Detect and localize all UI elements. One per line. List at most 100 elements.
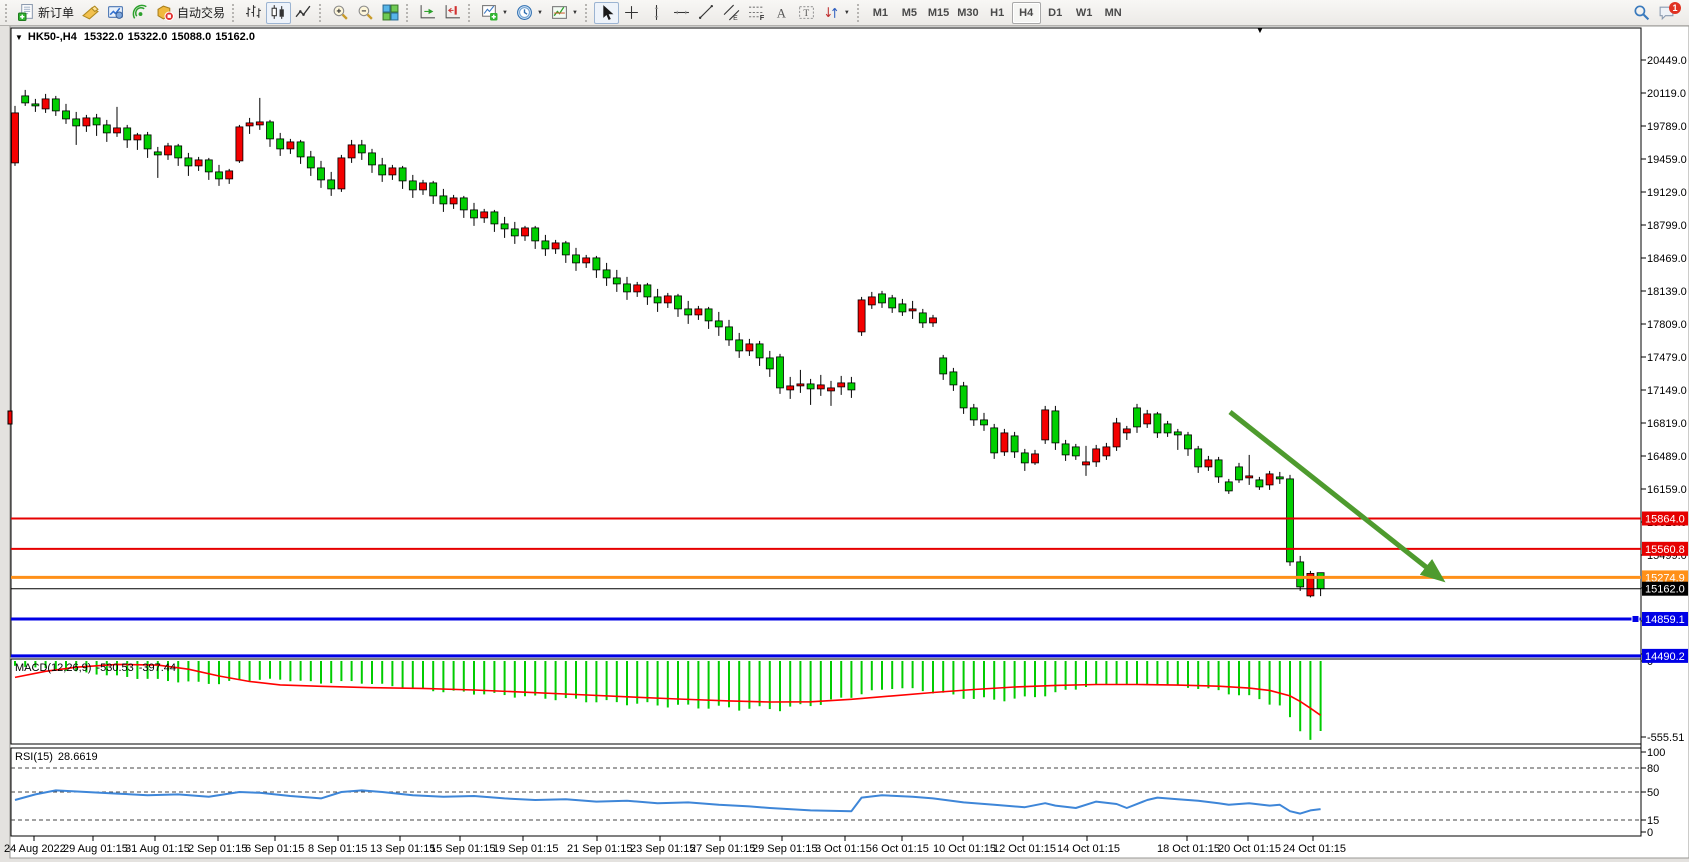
- svg-text:80: 80: [1647, 763, 1659, 775]
- tf-m30[interactable]: M30: [953, 2, 982, 24]
- dropdown-caret-icon[interactable]: ▼: [572, 10, 578, 16]
- zoom-out-icon: [357, 4, 374, 21]
- main-toolbar: 新订单 自动交易 ▼ ▼ ▼ EFAT ▼ M1 M5 M15 M30 H1H4D1 W1 MN 1: [0, 0, 1689, 26]
- trendline-button[interactable]: [694, 2, 719, 24]
- new-order-button[interactable]: 新订单: [14, 2, 78, 24]
- fibonacci-button[interactable]: F: [744, 2, 769, 24]
- chart-title: ▼HK50-,H4 15322.015322.015088.015162.0: [15, 31, 259, 43]
- new-chart-icon: [481, 4, 498, 21]
- svg-text:100: 100: [1647, 747, 1665, 759]
- svg-text:29 Sep 01:15: 29 Sep 01:15: [752, 843, 817, 855]
- partial-candle: [8, 411, 12, 424]
- svg-text:10 Oct 01:15: 10 Oct 01:15: [933, 843, 996, 855]
- svg-text:8 Sep 01:15: 8 Sep 01:15: [308, 843, 367, 855]
- chart-shift-button[interactable]: [440, 2, 465, 24]
- text-button[interactable]: A: [769, 2, 794, 24]
- text-label-icon: T: [798, 4, 815, 21]
- tf-m5[interactable]: M5: [895, 2, 924, 24]
- candle-chart-button[interactable]: [266, 2, 291, 24]
- chart-close-value: 15162.0: [215, 31, 255, 43]
- auto-scroll-icon: [419, 4, 436, 21]
- tf-d1[interactable]: D1: [1041, 2, 1070, 24]
- svg-text:18469.0: 18469.0: [1647, 253, 1687, 265]
- rsi-indicator-label: RSI(15)28.6619: [15, 751, 103, 763]
- notifications-button[interactable]: 1: [1654, 2, 1679, 24]
- macd-name: MACD(12,26,9): [15, 662, 91, 674]
- svg-text:31 Aug 01:15: 31 Aug 01:15: [125, 843, 190, 855]
- svg-text:18 Oct 01:15: 18 Oct 01:15: [1157, 843, 1220, 855]
- svg-text:18799.0: 18799.0: [1647, 220, 1687, 232]
- notification-badge: 1: [1669, 2, 1681, 14]
- svg-text:A: A: [777, 6, 787, 20]
- tf-m15-label: M15: [928, 7, 949, 19]
- hline-button[interactable]: [669, 2, 694, 24]
- svg-text:20449.0: 20449.0: [1647, 55, 1687, 67]
- tf-m1-label: M1: [873, 7, 888, 19]
- svg-text:12 Oct 01:15: 12 Oct 01:15: [993, 843, 1056, 855]
- svg-text:19789.0: 19789.0: [1647, 121, 1687, 133]
- vline-icon: [648, 4, 665, 21]
- text-a-icon: A: [773, 4, 790, 21]
- templates-button[interactable]: ▼: [547, 2, 582, 24]
- svg-text:16489.0: 16489.0: [1647, 451, 1687, 463]
- svg-text:19129.0: 19129.0: [1647, 187, 1687, 199]
- svg-text:16159.0: 16159.0: [1647, 484, 1687, 496]
- metaeditor-icon: [82, 4, 99, 21]
- svg-text:6 Sep 01:15: 6 Sep 01:15: [245, 843, 304, 855]
- tf-h4[interactable]: H4: [1012, 2, 1041, 24]
- toolbar-grip: [406, 4, 413, 22]
- tf-m30-label: M30: [957, 7, 978, 19]
- chart-dropdown-icon[interactable]: ▼: [15, 33, 23, 42]
- periods-button[interactable]: ▼: [512, 2, 547, 24]
- auto-scroll-button[interactable]: [415, 2, 440, 24]
- zoom-in-button[interactable]: [328, 2, 353, 24]
- tf-w1[interactable]: W1: [1070, 2, 1099, 24]
- autotrading-icon: [157, 4, 174, 21]
- toolbar-grip: [319, 4, 326, 22]
- autotrading-button[interactable]: 自动交易: [153, 2, 229, 24]
- line-handle[interactable]: [1632, 615, 1639, 622]
- chart-open-value: 15322.0: [84, 31, 124, 43]
- toolbar-grip: [857, 4, 864, 22]
- new-order-icon: [18, 4, 35, 21]
- market-watch-icon: [107, 4, 124, 21]
- crosshair-icon: [623, 4, 640, 21]
- new-chart-button[interactable]: ▼: [477, 2, 512, 24]
- svg-text:-555.51: -555.51: [1647, 732, 1684, 744]
- metaeditor-button[interactable]: [78, 2, 103, 24]
- tf-h1[interactable]: H1: [983, 2, 1012, 24]
- svg-text:2 Sep 01:15: 2 Sep 01:15: [188, 843, 247, 855]
- line-chart-button[interactable]: [291, 2, 316, 24]
- search-button[interactable]: [1629, 2, 1654, 24]
- svg-text:19459.0: 19459.0: [1647, 154, 1687, 166]
- tf-w1-label: W1: [1076, 7, 1093, 19]
- tf-m15[interactable]: M15: [924, 2, 953, 24]
- market-watch-button[interactable]: [103, 2, 128, 24]
- text-label-button[interactable]: T: [794, 2, 819, 24]
- trendline-icon: [698, 4, 715, 21]
- main-price-pane: [11, 28, 1641, 657]
- svg-text:20 Oct 01:15: 20 Oct 01:15: [1218, 843, 1281, 855]
- tf-m1[interactable]: M1: [866, 2, 895, 24]
- zoom-in-icon: [332, 4, 349, 21]
- tile-windows-button[interactable]: [378, 2, 403, 24]
- crosshair-button[interactable]: [619, 2, 644, 24]
- signals-button[interactable]: [128, 2, 153, 24]
- channel-button[interactable]: E: [719, 2, 744, 24]
- cursor-button[interactable]: [594, 2, 619, 24]
- zoom-out-button[interactable]: [353, 2, 378, 24]
- bar-chart-button[interactable]: [241, 2, 266, 24]
- candle-chart-icon: [270, 4, 287, 21]
- chart-canvas[interactable]: 20449.020119.019789.019459.019129.018799…: [0, 0, 1689, 862]
- dropdown-caret-icon[interactable]: ▼: [502, 10, 508, 16]
- fibonacci-icon: F: [748, 4, 765, 21]
- svg-text:24 Aug 2022: 24 Aug 2022: [4, 843, 66, 855]
- tf-mn[interactable]: MN: [1099, 2, 1128, 24]
- dropdown-caret-icon[interactable]: ▼: [537, 10, 543, 16]
- dropdown-caret-icon[interactable]: ▼: [844, 10, 850, 16]
- toolbar-grip: [232, 4, 239, 22]
- indicator-collapse-icon[interactable]: ▼: [1256, 26, 1264, 35]
- vline-button[interactable]: [644, 2, 669, 24]
- arrows-button[interactable]: ▼: [819, 2, 854, 24]
- svg-text:15 Sep 01:15: 15 Sep 01:15: [430, 843, 495, 855]
